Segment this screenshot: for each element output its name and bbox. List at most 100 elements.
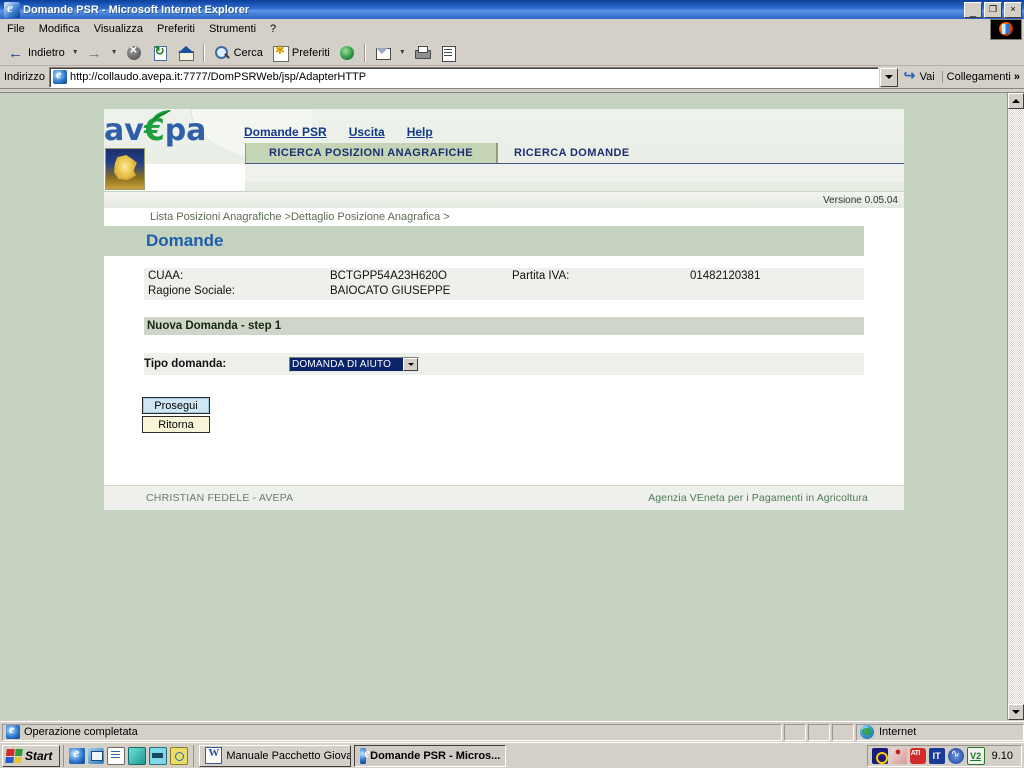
- maximize-button[interactable]: ❐: [984, 2, 1002, 18]
- toolbar-separator-2: [363, 43, 366, 62]
- go-button[interactable]: Vai: [899, 67, 940, 84]
- status-pane-1: [784, 723, 806, 741]
- nav-link-uscita[interactable]: Uscita: [349, 125, 385, 139]
- mail-icon: [374, 44, 392, 62]
- mail-button[interactable]: [370, 43, 396, 63]
- forward-dropdown-icon[interactable]: ▼: [108, 49, 121, 56]
- quick-launch-show-desktop-icon[interactable]: [88, 747, 105, 764]
- tab-ricerca-domande[interactable]: RICERCA DOMANDE: [497, 143, 904, 163]
- partita-iva-label: Partita IVA:: [512, 270, 570, 282]
- back-dropdown-icon[interactable]: ▼: [69, 49, 82, 56]
- links-chevron-icon[interactable]: »: [1014, 71, 1020, 83]
- piva-spacer: [512, 285, 690, 298]
- taskbar-button-ie[interactable]: Domande PSR - Micros...: [354, 744, 507, 767]
- start-button[interactable]: Start: [2, 744, 61, 767]
- search-button[interactable]: Cerca: [209, 43, 267, 63]
- taskbar-clock[interactable]: 9.10: [988, 750, 1017, 762]
- security-zone-pane[interactable]: Internet: [856, 723, 1024, 741]
- start-label: Start: [25, 748, 53, 763]
- ragione-sociale-value: BAIOCATO GIUSEPPE: [330, 285, 451, 297]
- address-url-text: http://collaudo.avepa.it:7777/DomPSRWeb/…: [69, 71, 367, 83]
- page-title: Domande: [146, 231, 224, 250]
- avepa-logo[interactable]: av€pa: [104, 110, 224, 190]
- address-input[interactable]: http://collaudo.avepa.it:7777/DomPSRWeb/…: [48, 66, 879, 88]
- sound-wave-icon[interactable]: [947, 747, 964, 764]
- quick-launch-clock-icon[interactable]: [170, 746, 189, 765]
- leaf-icon: [151, 110, 171, 122]
- scroll-up-icon[interactable]: [1008, 93, 1024, 109]
- links-label: Collegamenti: [946, 71, 1011, 83]
- tipo-domanda-label: Tipo domanda:: [144, 358, 227, 370]
- task-buttons: Manuale Pacchetto Giova... Domande PSR -…: [199, 744, 866, 767]
- quick-launch-outlook-icon[interactable]: [128, 746, 147, 765]
- status-message-pane: Operazione completata: [2, 722, 782, 741]
- taskbar: Start Manuale Pacchetto Giova... Domande…: [0, 742, 1024, 768]
- taskbar-button-word[interactable]: Manuale Pacchetto Giova...: [199, 744, 352, 767]
- form-row-tipo-domanda: Tipo domanda: DOMANDA DI AIUTO: [144, 353, 864, 375]
- forward-arrow-icon: [86, 44, 104, 62]
- menu-item-strumenti[interactable]: Strumenti: [202, 21, 263, 37]
- minimize-button[interactable]: _: [964, 2, 982, 18]
- quick-launch-internet-explorer-icon[interactable]: [69, 745, 86, 764]
- prosegui-button[interactable]: Prosegui: [142, 397, 210, 414]
- step-band: Nuova Domanda - step 1: [144, 317, 864, 335]
- status-message: Operazione completata: [24, 726, 138, 738]
- status-ie-icon: [6, 722, 20, 739]
- home-icon: [177, 44, 195, 62]
- status-pane-2: [808, 723, 830, 741]
- history-icon: [338, 44, 356, 62]
- language-indicator-icon[interactable]: IT: [928, 747, 945, 764]
- quick-launch-notepad-icon[interactable]: [107, 746, 126, 765]
- details-value-column: BCTGPP54A23H620O BAIOCATO GIUSEPPE: [330, 270, 512, 298]
- nav-link-domande-psr[interactable]: Domande PSR: [244, 125, 327, 139]
- piva-value-spacer: [690, 285, 760, 298]
- security-zone-label: Internet: [879, 726, 917, 738]
- page-title-band: Domande: [104, 226, 864, 256]
- ati-graphics-icon[interactable]: [909, 747, 926, 764]
- window-title: Domande PSR - Microsoft Internet Explore…: [23, 3, 250, 16]
- network-icon[interactable]: [890, 746, 907, 764]
- footer-user: CHRISTIAN FEDELE - AVEPA: [146, 492, 294, 504]
- close-icon: ×: [1010, 3, 1016, 14]
- close-button[interactable]: ×: [1004, 2, 1022, 18]
- go-arrow-icon: [904, 67, 918, 84]
- quick-launch-keyboard-icon[interactable]: [149, 746, 168, 765]
- details-label-column: CUAA: Ragione Sociale:: [148, 270, 330, 298]
- vertical-scrollbar[interactable]: [1007, 93, 1024, 720]
- links-bar[interactable]: Collegamenti »: [941, 71, 1024, 83]
- edit-button[interactable]: [435, 43, 461, 63]
- tab-ricerca-posizioni-anagrafiche[interactable]: RICERCA POSIZIONI ANAGRAFICHE: [245, 143, 497, 163]
- version-bar: Versione 0.05.04: [104, 191, 904, 208]
- windows-flag-icon: [5, 748, 23, 763]
- forward-button[interactable]: [82, 43, 108, 63]
- refresh-icon: [151, 44, 169, 62]
- menu-item-help[interactable]: ?: [263, 21, 283, 37]
- menu-item-preferiti[interactable]: Preferiti: [150, 21, 202, 37]
- volume-icon[interactable]: [871, 747, 888, 764]
- version-label: Versione 0.05.04: [822, 194, 898, 206]
- chevron-down-icon[interactable]: [403, 357, 418, 371]
- refresh-button[interactable]: [147, 43, 173, 63]
- scroll-down-icon[interactable]: [1008, 704, 1024, 720]
- stop-button[interactable]: [121, 42, 147, 63]
- menu-item-modifica[interactable]: Modifica: [32, 21, 87, 37]
- breadcrumb-text[interactable]: Lista Posizioni Anagrafiche >Dettaglio P…: [150, 211, 450, 223]
- history-button[interactable]: [334, 43, 360, 63]
- address-dropdown-button[interactable]: [879, 67, 898, 87]
- scrollbar-track[interactable]: [1008, 109, 1024, 704]
- menu-item-visualizza[interactable]: Visualizza: [87, 21, 150, 37]
- nav-link-help[interactable]: Help: [407, 125, 433, 139]
- lion-shape: [113, 155, 137, 180]
- menu-item-file[interactable]: File: [0, 21, 32, 37]
- page-area: av€pa Domande PSR Uscita Help RICERCA PO…: [0, 93, 1007, 720]
- tipo-domanda-select[interactable]: DOMANDA DI AIUTO: [289, 356, 419, 372]
- ritorna-button[interactable]: Ritorna: [142, 416, 210, 433]
- page-icon: [52, 67, 67, 84]
- print-button[interactable]: [409, 43, 435, 63]
- favorites-button[interactable]: Preferiti: [267, 43, 334, 63]
- mail-dropdown-icon[interactable]: ▼: [396, 49, 409, 56]
- window-controls: _ ❐ ×: [964, 2, 1022, 18]
- antivirus-icon[interactable]: [966, 746, 985, 765]
- back-button[interactable]: Indietro: [3, 43, 69, 63]
- home-button[interactable]: [173, 43, 199, 63]
